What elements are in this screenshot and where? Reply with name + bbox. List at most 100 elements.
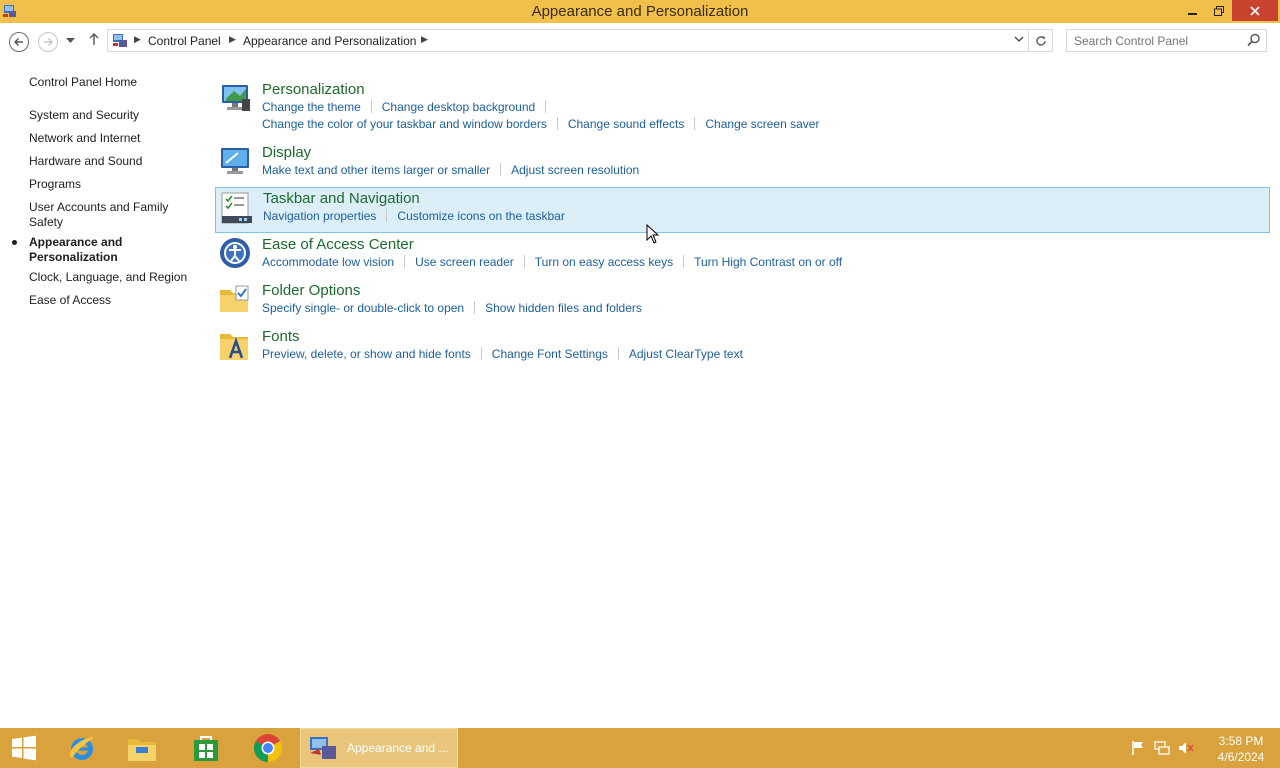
minimize-button[interactable] <box>1180 0 1206 21</box>
link-change-the-theme[interactable]: Change the theme <box>262 100 361 114</box>
link-preview-delete-fonts[interactable]: Preview, delete, or show and hide fonts <box>262 347 471 361</box>
category-taskbar-and-navigation[interactable]: Taskbar and Navigation Navigation proper… <box>215 187 1270 233</box>
link-separator <box>480 347 482 360</box>
category-personalization: Personalization Change the theme Change d… <box>215 78 1270 134</box>
minimize-icon <box>1188 12 1197 15</box>
link-separator <box>404 255 406 268</box>
taskbar-control-panel-window[interactable]: Appearance and ... <box>300 728 458 768</box>
personalization-links-row-2: Change the color of your taskbar and win… <box>262 117 819 131</box>
close-icon <box>1250 5 1260 16</box>
taskbar-and-navigation-title[interactable]: Taskbar and Navigation <box>263 190 420 207</box>
ease-of-access-icon <box>220 238 250 268</box>
link-change-desktop-background[interactable]: Change desktop background <box>382 100 535 114</box>
clock-date: 4/6/2024 <box>1217 750 1265 764</box>
back-button[interactable] <box>9 32 29 52</box>
refresh-button[interactable] <box>1029 29 1053 52</box>
recent-locations-button[interactable] <box>66 36 75 46</box>
action-center-flag-icon[interactable] <box>1130 740 1146 756</box>
address-dropdown-icon[interactable] <box>1014 34 1024 47</box>
category-display: Display Make text and other items larger… <box>215 141 1270 181</box>
link-separator <box>500 163 502 176</box>
display-title[interactable]: Display <box>262 144 311 161</box>
sidebar-item-hardware-and-sound[interactable]: Hardware and Sound <box>29 154 199 169</box>
link-show-hidden-files[interactable]: Show hidden files and folders <box>485 301 642 315</box>
back-arrow-icon <box>14 38 23 46</box>
system-clock[interactable]: 3:58 PM 4/6/2024 <box>1208 733 1274 765</box>
search-box[interactable] <box>1066 29 1267 52</box>
link-single-double-click[interactable]: Specify single- or double-click to open <box>262 301 464 315</box>
sidebar-item-user-accounts[interactable]: User Accounts and Family Safety <box>29 200 179 230</box>
close-button[interactable] <box>1232 0 1278 21</box>
category-fonts: Fonts Preview, delete, or show and hide … <box>215 325 1270 365</box>
fonts-links-row: Preview, delete, or show and hide fonts C… <box>262 347 743 361</box>
network-icon[interactable] <box>1154 740 1170 756</box>
fonts-title[interactable]: Fonts <box>262 328 300 345</box>
active-item-bullet-icon <box>12 240 17 245</box>
taskbar-file-explorer[interactable] <box>122 728 162 768</box>
link-separator <box>617 347 619 360</box>
ease-of-access-center-title[interactable]: Ease of Access Center <box>262 236 414 253</box>
link-change-sound-effects[interactable]: Change sound effects <box>568 117 685 131</box>
link-separator <box>370 100 372 113</box>
forward-arrow-icon <box>44 38 53 46</box>
sidebar-item-appearance-and-personalization: Appearance and Personalization <box>29 235 123 264</box>
link-customize-icons-taskbar[interactable]: Customize icons on the taskbar <box>397 209 564 223</box>
mouse-cursor-icon <box>646 224 660 244</box>
breadcrumb-control-panel[interactable]: Control Panel <box>148 34 221 48</box>
up-button[interactable] <box>88 32 100 50</box>
taskbar-internet-explorer[interactable] <box>62 728 102 768</box>
link-turn-high-contrast[interactable]: Turn High Contrast on or off <box>694 255 842 269</box>
taskbar-chrome[interactable] <box>248 728 288 768</box>
internet-explorer-icon <box>69 737 94 760</box>
link-adjust-cleartype[interactable]: Adjust ClearType text <box>629 347 743 361</box>
sidebar-item-system-and-security[interactable]: System and Security <box>29 108 199 123</box>
sidebar-item-clock-language-region[interactable]: Clock, Language, and Region <box>29 270 199 285</box>
taskbar-window-label: Appearance and ... <box>347 741 449 755</box>
title-bar: Appearance and Personalization <box>0 0 1280 23</box>
folder-options-title[interactable]: Folder Options <box>262 282 360 299</box>
control-panel-icon <box>310 737 336 759</box>
restore-button[interactable] <box>1206 0 1232 21</box>
breadcrumb-appearance-and-personalization[interactable]: Appearance and Personalization <box>243 34 416 48</box>
breadcrumb-separator-icon[interactable]: ▶ <box>229 34 236 45</box>
start-button[interactable] <box>8 728 40 768</box>
link-change-screen-saver[interactable]: Change screen saver <box>705 117 819 131</box>
display-icon <box>221 148 249 174</box>
link-change-color-taskbar-borders[interactable]: Change the color of your taskbar and win… <box>262 117 547 131</box>
link-accommodate-low-vision[interactable]: Accommodate low vision <box>262 255 394 269</box>
folder-options-icon <box>220 285 249 312</box>
personalization-title[interactable]: Personalization <box>262 81 365 98</box>
taskbar: Appearance and ... 3:58 PM 4/6/2024 <box>0 728 1280 768</box>
taskbar-links-row: Navigation properties Customize icons on … <box>263 209 565 223</box>
search-icon[interactable] <box>1247 33 1261 47</box>
sidebar-item-control-panel-home[interactable]: Control Panel Home <box>29 75 199 90</box>
link-turn-on-easy-access-keys[interactable]: Turn on easy access keys <box>535 255 673 269</box>
up-arrow-icon <box>89 33 99 45</box>
sidebar-item-ease-of-access[interactable]: Ease of Access <box>29 293 199 308</box>
link-separator <box>545 100 547 113</box>
restore-icon <box>1214 5 1224 16</box>
category-ease-of-access-center: Ease of Access Center Accommodate low vi… <box>215 233 1270 273</box>
link-use-screen-reader[interactable]: Use screen reader <box>415 255 514 269</box>
taskbar-icon <box>221 192 252 224</box>
address-bar[interactable]: ▶ Control Panel ▶ Appearance and Persona… <box>107 29 1029 52</box>
forward-button[interactable] <box>38 32 58 52</box>
link-change-font-settings[interactable]: Change Font Settings <box>492 347 608 361</box>
personalization-links-row-1: Change the theme Change desktop backgroun… <box>262 100 556 114</box>
link-adjust-screen-resolution[interactable]: Adjust screen resolution <box>511 163 639 177</box>
breadcrumb-separator-icon[interactable]: ▶ <box>134 34 141 45</box>
link-make-text-larger[interactable]: Make text and other items larger or smal… <box>262 163 490 177</box>
search-input[interactable] <box>1067 30 1242 51</box>
store-icon <box>194 736 218 761</box>
file-explorer-icon <box>128 739 156 761</box>
link-navigation-properties[interactable]: Navigation properties <box>263 209 376 223</box>
breadcrumb-separator-icon[interactable]: ▶ <box>421 34 428 45</box>
volume-muted-icon[interactable] <box>1178 740 1194 756</box>
clock-time: 3:58 PM <box>1218 734 1264 748</box>
link-separator <box>683 255 685 268</box>
sidebar-item-network-and-internet[interactable]: Network and Internet <box>29 131 199 146</box>
link-separator <box>523 255 525 268</box>
sidebar-item-programs[interactable]: Programs <box>29 177 199 192</box>
link-separator <box>694 117 696 130</box>
taskbar-store[interactable] <box>186 728 226 768</box>
